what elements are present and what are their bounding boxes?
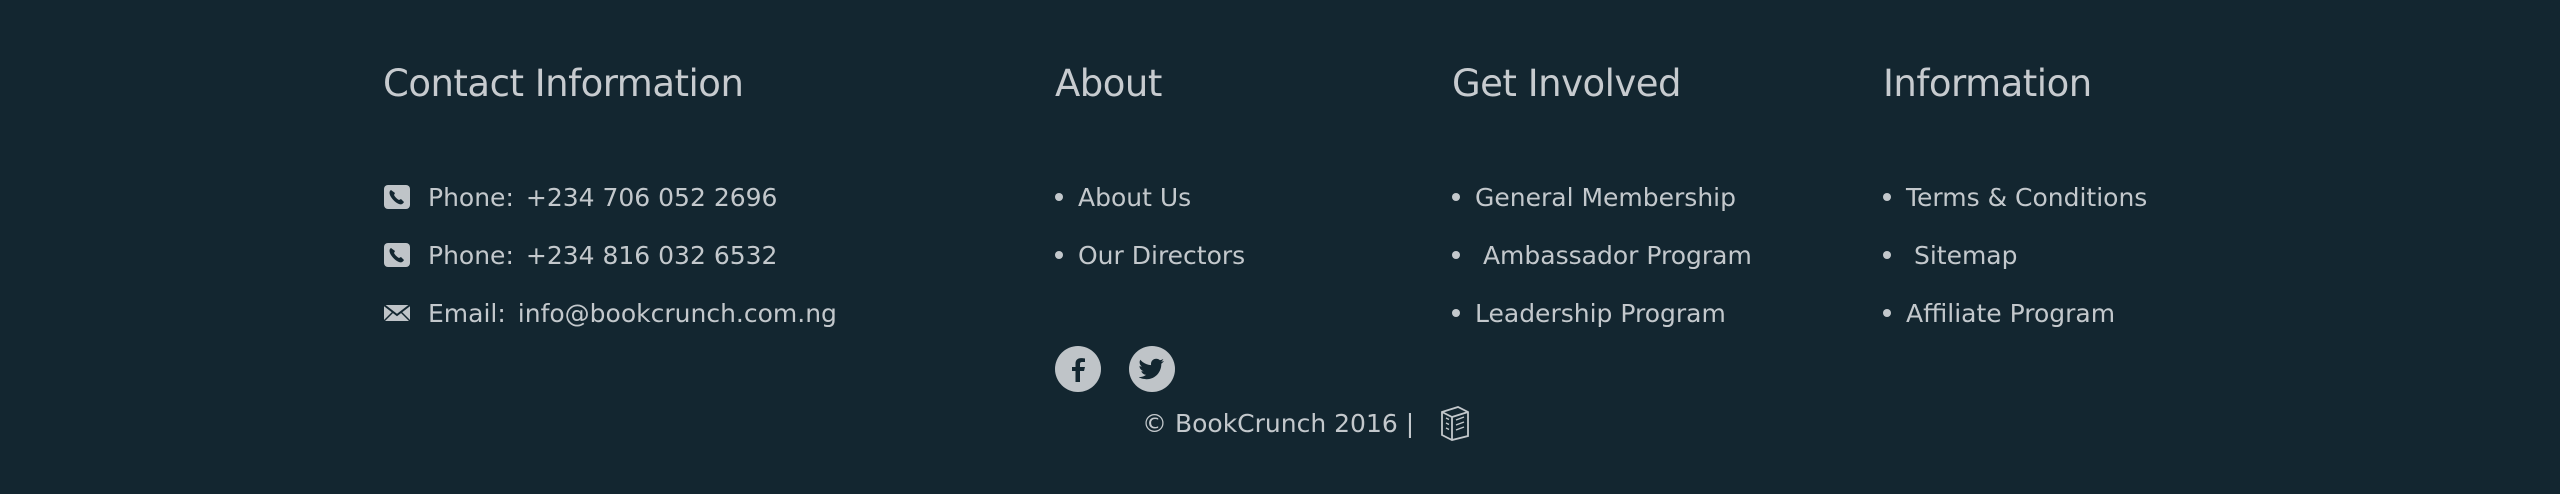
information-list: Terms & Conditions Sitemap Affiliate Pro… [1883,168,2147,342]
list-item: General Membership [1452,168,1752,226]
list-item: Affiliate Program [1883,284,2147,342]
affiliate-program-link[interactable]: Affiliate Program [1906,299,2115,328]
contact-label: Phone: [428,240,514,270]
general-membership-link[interactable]: General Membership [1475,183,1736,212]
bullet-icon [1055,251,1063,259]
copyright-bar: © BookCrunch 2016 | [1142,404,1472,442]
contact-column: Contact Information Phone: +234 706 052 … [383,58,837,328]
contact-list: Phone: +234 706 052 2696 Phone: +234 816… [383,168,837,342]
bullet-icon [1452,251,1460,259]
list-item: Leadership Program [1452,284,1752,342]
list-item: Our Directors [1055,226,1245,284]
get-involved-list: General Membership Ambassador Program Le… [1452,168,1752,342]
list-item: Sitemap [1883,226,2147,284]
contact-item-phone-2: Phone: +234 816 032 6532 [383,226,837,284]
phone-icon [383,184,411,210]
list-item: About Us [1055,168,1245,226]
email-link[interactable]: info@bookcrunch.com.ng [518,299,837,328]
bullet-icon [1452,193,1460,201]
site-footer: Contact Information Phone: +234 706 052 … [0,0,2560,494]
our-directors-link[interactable]: Our Directors [1078,241,1245,270]
list-item: Ambassador Program [1452,226,1752,284]
bullet-icon [1883,309,1891,317]
leadership-program-link[interactable]: Leadership Program [1475,299,1726,328]
ambassador-program-link[interactable]: Ambassador Program [1475,241,1752,270]
facebook-icon[interactable] [1055,346,1101,392]
bullet-icon [1883,251,1891,259]
list-item: Terms & Conditions [1883,168,2147,226]
sitemap-link[interactable]: Sitemap [1906,241,2018,270]
copyright-text: © BookCrunch 2016 | [1142,408,1415,438]
bullet-icon [1883,193,1891,201]
contact-item-email: Email: info@bookcrunch.com.ng [383,284,837,342]
about-list: About Us Our Directors [1055,168,1245,284]
about-heading: About [1055,62,1162,105]
contact-label: Email: [428,298,506,328]
email-icon [383,300,411,326]
terms-link[interactable]: Terms & Conditions [1906,183,2147,212]
book-logo-icon [1436,404,1472,442]
information-column: Information Terms & Conditions Sitemap A… [1883,58,2147,328]
get-involved-heading: Get Involved [1452,62,1682,105]
twitter-icon[interactable] [1129,346,1175,392]
information-heading: Information [1883,62,2092,105]
social-links [1055,346,1175,392]
phone-icon [383,242,411,268]
about-us-link[interactable]: About Us [1078,183,1191,212]
contact-label: Phone: [428,182,514,212]
phone-link[interactable]: +234 816 032 6532 [526,241,778,270]
contact-item-phone-1: Phone: +234 706 052 2696 [383,168,837,226]
get-involved-column: Get Involved General Membership Ambassad… [1452,58,1752,328]
contact-heading: Contact Information [383,62,744,105]
about-column: About About Us Our Directors [1055,58,1245,392]
phone-link[interactable]: +234 706 052 2696 [526,183,778,212]
bullet-icon [1055,193,1063,201]
bullet-icon [1452,309,1460,317]
